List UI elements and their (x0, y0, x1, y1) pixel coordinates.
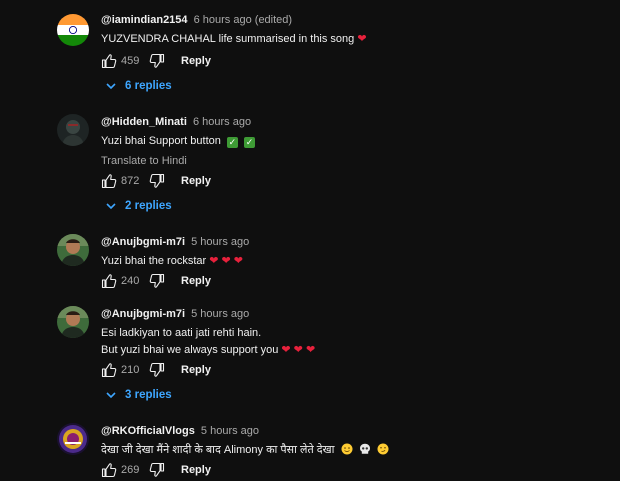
author-name[interactable]: @RKOfficialVlogs (101, 425, 195, 437)
comment-actions: 459 Reply (101, 52, 211, 70)
like-icon[interactable] (101, 462, 117, 478)
like-count: 872 (121, 175, 140, 187)
comment-text: Esi ladkiyan to aati jati rehti hain. Bu… (101, 327, 316, 356)
smile-emoji (341, 443, 353, 455)
comment-timestamp[interactable]: 5 hours ago (201, 425, 259, 437)
chevron-down-icon (105, 200, 117, 212)
reply-button[interactable]: Reply (181, 55, 211, 67)
reply-button[interactable]: Reply (181, 175, 211, 187)
heart-icon: ❤ (357, 33, 367, 45)
avatar[interactable] (57, 234, 89, 266)
dislike-icon[interactable] (149, 273, 165, 289)
comment-actions: 210 Reply (101, 361, 211, 379)
skull-emoji (359, 443, 370, 454)
comment-text: YUZVENDRA CHAHAL life summarised in this… (101, 33, 367, 45)
like-icon[interactable] (101, 173, 117, 189)
author-name[interactable]: @Anujbgmi-m7i (101, 308, 185, 320)
comment-timestamp[interactable]: 6 hours ago (194, 14, 252, 26)
dislike-icon[interactable] (149, 462, 165, 478)
comment-actions: 872 Reply (101, 172, 211, 190)
heart-icon: ❤ (233, 255, 244, 267)
like-count: 269 (121, 464, 140, 476)
like-count: 240 (121, 275, 140, 287)
comment-timestamp[interactable]: 5 hours ago (191, 308, 249, 320)
edited-label: (edited) (254, 14, 293, 26)
india-flag-avatar[interactable] (57, 14, 89, 46)
smirk-emoji (377, 443, 389, 455)
comment-actions: 240 Reply (101, 272, 211, 290)
avatar[interactable] (57, 423, 89, 455)
view-replies-button[interactable]: 6 replies (105, 80, 172, 92)
author-name[interactable]: @Hidden_Minati (101, 116, 187, 128)
chevron-down-icon (105, 389, 117, 401)
author-name[interactable]: @Anujbgmi-m7i (101, 236, 185, 248)
avatar[interactable] (57, 306, 89, 338)
like-icon[interactable] (101, 362, 117, 378)
comment-text: Yuzi bhai the rockstar ❤ ❤ ❤ (101, 255, 244, 267)
chevron-down-icon (105, 80, 117, 92)
dislike-icon[interactable] (149, 53, 165, 69)
comment-actions: 269 Reply (101, 461, 211, 479)
comment-text: देखा जी देखा मैंने शादी के बाद Alimony क… (101, 442, 610, 459)
comment-timestamp[interactable]: 6 hours ago (193, 116, 251, 128)
translate-link[interactable]: Translate to Hindi (101, 153, 610, 169)
comment-timestamp[interactable]: 5 hours ago (191, 236, 249, 248)
author-name[interactable]: @iamindian2154 (101, 14, 188, 26)
like-count: 459 (121, 55, 140, 67)
reply-button[interactable]: Reply (181, 364, 211, 376)
view-replies-button[interactable]: 3 replies (105, 389, 172, 401)
avatar[interactable] (57, 114, 89, 146)
dislike-icon[interactable] (149, 173, 165, 189)
check-mark-icon: ✓ (244, 137, 255, 148)
heart-icon: ❤ (221, 255, 231, 267)
like-count: 210 (121, 364, 140, 376)
check-mark-icon: ✓ (226, 137, 238, 148)
heart-icon: ❤ (281, 344, 291, 356)
like-icon[interactable] (101, 53, 117, 69)
heart-icon: ❤ (209, 255, 219, 267)
comment-text: Yuzi bhai Support button ✓ ✓ (101, 135, 255, 148)
heart-icon: ❤ (293, 344, 303, 356)
reply-button[interactable]: Reply (181, 464, 211, 476)
heart-icon: ❤ (305, 344, 316, 356)
dislike-icon[interactable] (149, 362, 165, 378)
like-icon[interactable] (101, 273, 117, 289)
view-replies-button[interactable]: 2 replies (105, 200, 172, 212)
reply-button[interactable]: Reply (181, 275, 211, 287)
